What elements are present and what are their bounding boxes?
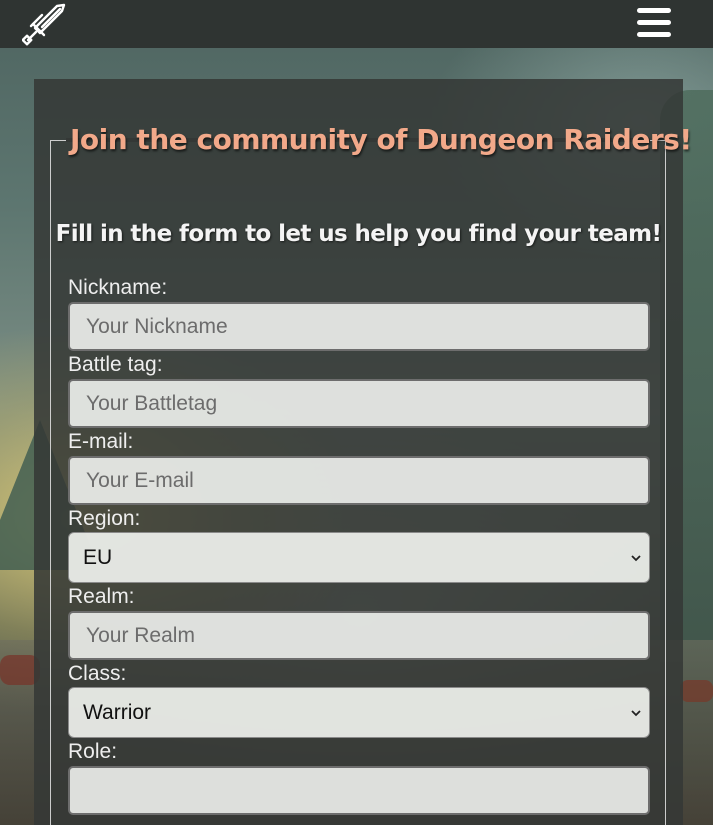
- role-label: Role:: [68, 740, 118, 763]
- background-debris: [680, 680, 713, 702]
- menu-bar: [637, 32, 671, 37]
- class-select[interactable]: Warrior: [68, 687, 650, 738]
- nickname-input[interactable]: [68, 302, 650, 351]
- region-select[interactable]: EU: [68, 532, 650, 583]
- class-label: Class:: [68, 662, 127, 685]
- battletag-label: Battle tag:: [68, 353, 163, 376]
- nickname-label: Nickname:: [68, 276, 168, 299]
- chevron-down-icon: [631, 710, 641, 717]
- form-subtitle: Fill in the form to let us help you find…: [55, 221, 662, 247]
- email-label: E-mail:: [68, 430, 134, 453]
- menu-bar: [637, 8, 671, 13]
- crossed-sword-icon[interactable]: [21, 2, 68, 46]
- chevron-down-icon: [631, 555, 641, 562]
- battletag-input[interactable]: [68, 379, 650, 428]
- top-navbar: [0, 0, 713, 48]
- email-input[interactable]: [68, 456, 650, 505]
- class-selected-value: Warrior: [83, 701, 152, 724]
- menu-bar: [637, 20, 671, 25]
- region-label: Region:: [68, 507, 141, 530]
- realm-label: Realm:: [68, 585, 135, 608]
- hamburger-menu-icon[interactable]: [632, 4, 676, 42]
- realm-input[interactable]: [68, 611, 650, 660]
- role-input[interactable]: [68, 766, 650, 815]
- region-selected-value: EU: [83, 546, 113, 569]
- form-legend: Join the community of Dungeon Raiders!: [70, 123, 692, 156]
